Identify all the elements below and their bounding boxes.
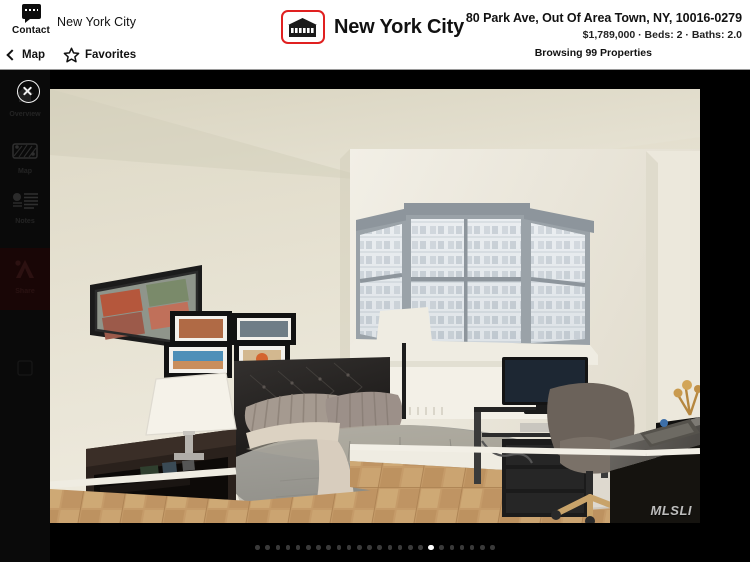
building-logo-icon	[281, 10, 325, 44]
listing-meta: $1,789,000 · Beds: 2 · Baths: 2.0	[582, 29, 742, 41]
favorites-label: Favorites	[85, 49, 137, 61]
app-root: Overview Map Notes Share	[0, 0, 750, 562]
pager-dot[interactable]	[295, 545, 301, 550]
pager-dot[interactable]	[285, 545, 291, 550]
pager-dot[interactable]	[469, 545, 475, 550]
pager-dot[interactable]	[418, 545, 423, 550]
pager-dot[interactable]	[357, 545, 362, 550]
contact-label: Contact	[12, 25, 50, 36]
pager-dot[interactable]	[326, 545, 332, 550]
photo-pager[interactable]	[0, 544, 750, 550]
close-icon[interactable]	[17, 80, 40, 103]
pager-dot[interactable]	[316, 545, 321, 550]
pager-dot[interactable]	[336, 545, 342, 550]
pager-dot[interactable]	[397, 545, 403, 550]
pager-dot[interactable]	[439, 545, 444, 550]
header-nav-row: Map Favorites	[6, 47, 136, 63]
browsing-count: Browsing 99 Properties	[534, 47, 652, 59]
pager-dot-active[interactable]	[428, 544, 434, 550]
building-glyph	[288, 18, 317, 37]
favorites-button[interactable]: Favorites	[63, 47, 136, 63]
pager-dot[interactable]	[459, 545, 465, 550]
pager-dot[interactable]	[449, 545, 455, 550]
pager-dot[interactable]	[367, 545, 372, 550]
map-label: Map	[22, 49, 45, 61]
brand[interactable]: New York City	[281, 10, 464, 44]
map-back-button[interactable]: Map	[6, 49, 45, 61]
brand-name: New York City	[334, 15, 465, 38]
chevron-left-icon	[6, 49, 18, 61]
pager-dot[interactable]	[387, 545, 393, 550]
photo-watermark: MLSLI	[650, 503, 692, 518]
pager-dot[interactable]	[265, 545, 270, 550]
header-divider	[0, 69, 750, 70]
pager-dot[interactable]	[306, 545, 311, 550]
listing-photo[interactable]: MLSLI	[50, 89, 700, 523]
contact-button[interactable]: Contact	[9, 3, 53, 36]
pager-dot[interactable]	[480, 545, 485, 550]
pager-dot[interactable]	[346, 545, 352, 550]
star-outline-icon	[63, 47, 80, 63]
pager-dot[interactable]	[407, 545, 413, 550]
pager-dot[interactable]	[490, 545, 495, 550]
chat-bubble-icon	[21, 4, 41, 23]
app-header: Contact New York City New York City 80 P…	[0, 0, 750, 70]
header-city-label: New York City	[57, 15, 137, 29]
pager-dot[interactable]	[255, 545, 260, 550]
photo-lightbox: MLSLI	[0, 70, 750, 562]
listing-address: 80 Park Ave, Out Of Area Town, NY, 10016…	[465, 11, 742, 25]
bedroom-photo-illustration	[50, 89, 700, 523]
pager-dot[interactable]	[275, 545, 281, 550]
pager-dot[interactable]	[377, 545, 382, 550]
